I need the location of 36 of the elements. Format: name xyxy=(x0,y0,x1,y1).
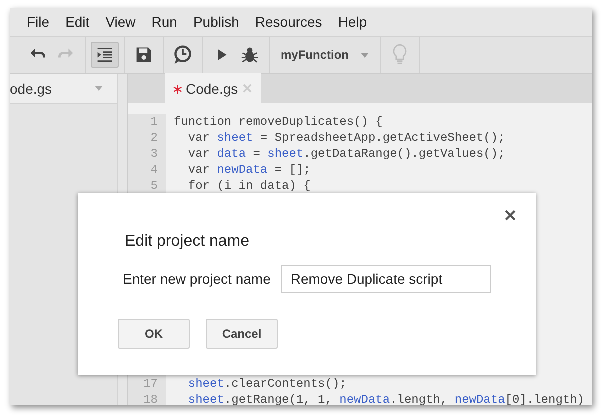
project-name-field[interactable]: Remove Duplicate script xyxy=(280,265,491,293)
menu-item[interactable]: Edit xyxy=(66,14,90,30)
line-number: 5 xyxy=(128,178,166,194)
menu-item[interactable]: Help xyxy=(338,14,368,30)
function-dropdown[interactable]: myFunction xyxy=(275,48,375,62)
close-icon[interactable] xyxy=(505,210,516,221)
menu-item[interactable]: File xyxy=(27,14,50,30)
line-number: 1 xyxy=(128,114,166,130)
code-line: for (i in data) { xyxy=(187,178,311,194)
line-number: 17 xyxy=(128,376,166,392)
code-line: function removeDuplicates() { xyxy=(174,114,383,130)
menu-item[interactable]: Resources xyxy=(255,14,322,30)
line-number: 3 xyxy=(128,146,166,162)
menu-item[interactable]: Publish xyxy=(193,14,240,30)
dialog-title: Edit project name xyxy=(125,233,251,251)
field-label: Enter new project name xyxy=(123,271,271,287)
clock-icon xyxy=(173,45,193,65)
bug-icon xyxy=(241,46,259,64)
code-line: var newData = []; xyxy=(187,162,311,178)
code-line: var sheet = SpreadsheetApp.getActiveSheet(); xyxy=(187,130,506,146)
line-number: 2 xyxy=(128,130,166,146)
lightbulb-icon xyxy=(391,43,409,67)
indent-icon xyxy=(96,46,114,64)
line-number: 18 xyxy=(128,392,166,405)
caret-icon xyxy=(361,52,369,58)
code-line: var data = sheet.getDataRange().getValues(); xyxy=(187,146,506,162)
code-line: sheet.clearContents(); xyxy=(187,376,347,392)
file-dropdown[interactable]: ode.gs xyxy=(10,74,117,104)
line-number: 4 xyxy=(128,162,166,178)
cancel-button[interactable]: Cancel xyxy=(206,319,278,349)
menu-item[interactable]: View xyxy=(106,14,136,30)
caret-icon xyxy=(95,86,103,91)
ok-button[interactable]: OK xyxy=(118,319,190,349)
menu-item[interactable]: Run xyxy=(152,14,178,30)
indent-button[interactable] xyxy=(91,42,119,68)
file-tab[interactable]: ∗Code.gs xyxy=(165,73,262,103)
